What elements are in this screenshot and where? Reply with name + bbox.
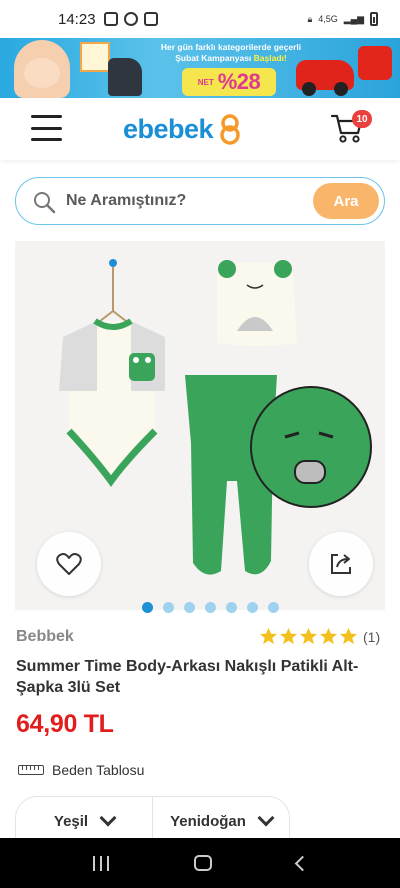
shirt-image xyxy=(358,46,392,80)
lock-icon: 🔒︎ xyxy=(307,13,313,24)
recents-button[interactable] xyxy=(92,855,109,871)
chevron-down-icon xyxy=(99,809,117,827)
pagination-dot[interactable] xyxy=(142,602,153,613)
toy-car-image xyxy=(296,60,354,96)
product-title: Summer Time Body-Arkası Nakışlı Patikli … xyxy=(16,658,359,696)
logo[interactable]: ebebek xyxy=(123,112,245,146)
size-chart-link[interactable]: Beden Tablosu xyxy=(18,762,144,778)
discount-badge-prefix: NET xyxy=(197,77,214,87)
pagination-dot[interactable] xyxy=(184,602,195,613)
gallery-notification-icon xyxy=(103,12,118,26)
favorite-button[interactable] xyxy=(37,532,101,596)
music-notification-icon xyxy=(123,12,138,26)
system-nav-bar xyxy=(0,838,400,888)
size-value: Yenidoğan xyxy=(170,812,246,830)
star-icon xyxy=(299,627,318,645)
network-label: 4,5G xyxy=(318,14,338,24)
discount-badge: NET %28 xyxy=(182,68,276,96)
pagination-dot[interactable] xyxy=(205,602,216,613)
back-button[interactable] xyxy=(294,855,310,871)
star-icon xyxy=(339,627,358,645)
status-right-icons: 🔒︎ 4,5G ▂▄▆ xyxy=(307,12,378,26)
share-icon xyxy=(331,554,351,574)
app-notification-icon xyxy=(143,12,158,26)
cart-count-badge: 10 xyxy=(352,110,372,128)
recents-bar-icon xyxy=(92,855,95,871)
promo-line-2: Şubat Kampanyası Başladı! xyxy=(146,53,316,64)
share-button[interactable] xyxy=(309,532,373,596)
promo-text: Her gün farklı kategorilerde geçerli Şub… xyxy=(146,42,316,64)
app-header: ebebek 10 xyxy=(0,98,400,160)
chevron-down-icon xyxy=(257,809,275,827)
star-icon xyxy=(319,627,338,645)
heart-icon xyxy=(56,553,82,575)
rating-count: (1) xyxy=(363,628,381,645)
pagination-dot[interactable] xyxy=(247,602,258,613)
product-price: 64,90 TL xyxy=(16,710,114,738)
product-rating[interactable]: (1) xyxy=(259,627,380,646)
notification-icons xyxy=(103,12,158,26)
promo-line-1: Her gün farklı kategorilerde geçerli xyxy=(160,42,302,52)
menu-line-icon xyxy=(31,126,62,130)
baby-image xyxy=(14,40,70,98)
product-brand[interactable]: Bebbek xyxy=(16,628,74,646)
status-bar: 14:23 🔒︎ 4,5G ▂▄▆ xyxy=(0,0,400,38)
recents-bar-icon xyxy=(99,855,102,871)
ruler-icon xyxy=(18,765,44,775)
pagination-dot[interactable] xyxy=(226,602,237,613)
pagination-dot[interactable] xyxy=(163,602,174,613)
menu-line-icon xyxy=(31,115,62,118)
search-button[interactable]: Ara xyxy=(313,183,379,219)
search-input[interactable] xyxy=(66,188,302,214)
search-icon xyxy=(34,192,56,214)
color-value: Yeşil xyxy=(53,812,89,830)
stroller-image xyxy=(108,58,142,96)
home-button[interactable] xyxy=(193,855,212,871)
logo-mark-icon xyxy=(220,114,240,145)
photo-frame-image xyxy=(80,42,110,72)
star-icon xyxy=(279,627,298,645)
image-pagination xyxy=(0,602,400,614)
logo-text: ebebek xyxy=(123,113,214,144)
menu-button[interactable] xyxy=(31,115,62,141)
promo-line-2-highlight: Başladı! xyxy=(253,53,287,63)
size-chart-label: Beden Tablosu xyxy=(52,762,145,778)
battery-icon xyxy=(370,12,378,26)
recents-bar-icon xyxy=(106,855,109,871)
discount-badge-value: %28 xyxy=(217,69,261,94)
status-time: 14:23 xyxy=(58,10,96,28)
promo-line-2-prefix: Şubat Kampanyası xyxy=(175,53,252,63)
promo-banner[interactable]: Her gün farklı kategorilerde geçerli Şub… xyxy=(0,38,400,98)
signal-icon: ▂▄▆ xyxy=(343,13,364,24)
menu-line-icon xyxy=(31,138,62,141)
star-icon xyxy=(259,627,278,645)
pagination-dot[interactable] xyxy=(268,602,279,613)
